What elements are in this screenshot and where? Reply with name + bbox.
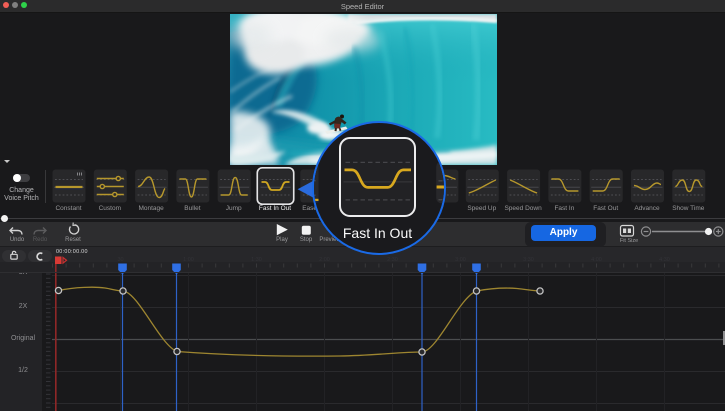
svg-text:1:00: 1:00 (183, 257, 194, 263)
svg-text:4:30: 4:30 (659, 257, 670, 263)
svg-text:3:30: 3:30 (523, 257, 534, 263)
svg-text:4:00: 4:00 (591, 257, 602, 263)
svg-text:30: 30 (117, 257, 123, 263)
svg-text:3:00: 3:00 (455, 257, 466, 263)
svg-text:1:30: 1:30 (251, 257, 262, 263)
svg-text:2:30: 2:30 (387, 257, 398, 263)
svg-text:2:00: 2:00 (319, 257, 330, 263)
